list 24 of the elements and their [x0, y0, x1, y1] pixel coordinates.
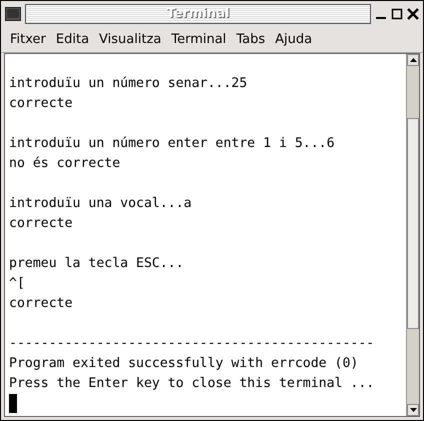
terminal-line: premeu la tecla ESC... [9, 256, 184, 271]
terminal-line: ^[ [9, 276, 25, 291]
maximize-icon[interactable] [391, 8, 403, 20]
terminal-line: introduïu un número enter entre 1 i 5...6 [9, 136, 335, 151]
close-icon[interactable] [407, 8, 419, 20]
window-title: Terminal [25, 4, 371, 24]
terminal-line: Program exited successfully with errcode (0) [9, 356, 358, 371]
terminal-line: correcte [9, 296, 73, 311]
terminal-line: no és correcte [9, 156, 120, 171]
scrollbar-thumb[interactable] [407, 118, 419, 329]
terminal-line: introduïu una vocal...a [9, 196, 192, 211]
scroll-up-icon[interactable] [410, 58, 416, 62]
terminal-line: correcte [9, 96, 73, 111]
terminal-line: introduïu un número senar...25 [9, 76, 248, 91]
terminal-line: correcte [9, 216, 73, 231]
menu-item[interactable]: Tabs [231, 30, 270, 49]
menu-item[interactable]: Edita [50, 30, 94, 49]
menu-item[interactable]: Terminal [166, 30, 232, 49]
scroll-down-icon[interactable] [410, 408, 416, 412]
menu-item[interactable]: Fitxer [5, 30, 51, 49]
terminal-line: ---------------------------------------------- [9, 336, 374, 351]
menu-item[interactable]: Ajuda [270, 30, 318, 49]
menu-item[interactable]: Visualitza [94, 30, 166, 49]
terminal-line: Press the Enter key to close this terminal ... [9, 376, 374, 391]
